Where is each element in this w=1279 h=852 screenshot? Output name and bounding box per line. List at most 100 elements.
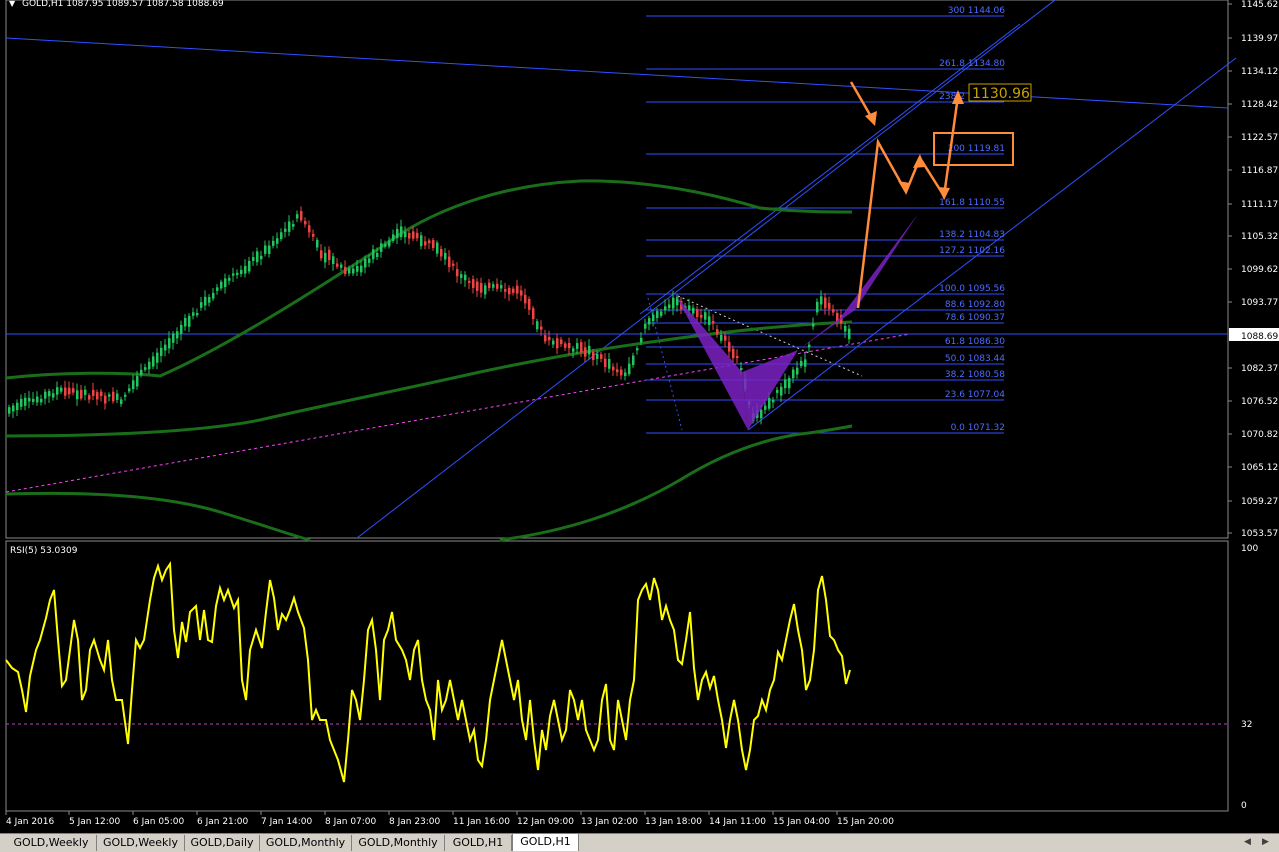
- candle-body: [284, 228, 287, 232]
- candle-body: [780, 386, 783, 396]
- candle-body: [92, 389, 95, 396]
- candle-body: [644, 323, 647, 329]
- candle-body: [228, 277, 231, 281]
- candle-body: [360, 265, 363, 273]
- candle-body: [160, 347, 163, 356]
- entry-arrow-head: [865, 111, 877, 126]
- candle-body: [528, 298, 531, 310]
- tab-gold-monthly[interactable]: GOLD,Monthly: [352, 835, 445, 851]
- candle-body: [500, 285, 503, 289]
- candle-body: [796, 367, 799, 375]
- candle-body: [152, 356, 155, 367]
- candle-body: [772, 400, 775, 403]
- candle-body: [624, 372, 627, 377]
- price-label: 1076.52: [1241, 397, 1278, 407]
- candle-body: [260, 255, 263, 260]
- price-label: 1093.77: [1241, 298, 1278, 308]
- candle-body: [820, 296, 823, 305]
- candlesticks: [8, 206, 851, 425]
- candle-body: [408, 233, 411, 239]
- candle-body: [784, 379, 787, 389]
- candle-body: [740, 368, 743, 371]
- candle-body: [140, 369, 143, 376]
- candle-body: [564, 343, 567, 348]
- candle-body: [512, 288, 515, 293]
- tab-gold-monthly[interactable]: GOLD,Monthly: [260, 835, 352, 851]
- candle-body: [632, 355, 635, 366]
- rsi-label: RSI(5) 53.0309: [10, 546, 78, 556]
- candle-body: [776, 389, 779, 393]
- candle-body: [380, 243, 383, 252]
- candle-body: [720, 334, 723, 341]
- candle-body: [496, 283, 499, 289]
- candle-body: [448, 256, 451, 268]
- tab-scroll-right-icon[interactable]: ▶: [1262, 837, 1269, 847]
- projection-arrow-head-3: [898, 181, 910, 194]
- candle-body: [540, 326, 543, 330]
- candle-body: [364, 258, 367, 268]
- time-label: 5 Jan 12:00: [69, 817, 121, 827]
- candle-body: [324, 252, 327, 263]
- candle-body: [32, 398, 35, 402]
- candle-body: [524, 294, 527, 304]
- candle-body: [504, 289, 507, 292]
- candle-body: [304, 220, 307, 225]
- chart-canvas[interactable]: 300 1144.06261.8 1134.80238.2 1129.08200…: [0, 0, 1279, 851]
- candle-body: [124, 394, 127, 397]
- candle-body: [812, 323, 815, 327]
- candle-body: [692, 307, 695, 314]
- time-label: 6 Jan 05:00: [133, 817, 185, 827]
- time-label: 6 Jan 21:00: [197, 817, 249, 827]
- main-chart-frame: [5, 0, 1229, 539]
- tab-gold-h1[interactable]: GOLD,H1: [512, 834, 579, 851]
- candle-body: [656, 311, 659, 318]
- candle-body: [792, 369, 795, 379]
- price-label: 1134.12: [1241, 67, 1278, 77]
- tab-gold-weekly[interactable]: GOLD,Weekly: [6, 835, 97, 851]
- candle-body: [404, 231, 407, 238]
- fib-label: 100.0 1095.56: [939, 284, 1005, 294]
- candle-body: [828, 302, 831, 310]
- tab-gold-daily[interactable]: GOLD,Daily: [185, 835, 260, 851]
- candle-body: [616, 369, 619, 373]
- candle-body: [20, 398, 23, 407]
- candle-body: [620, 369, 623, 376]
- candle-body: [312, 233, 315, 237]
- candle-body: [136, 376, 139, 387]
- candle-body: [296, 214, 299, 219]
- candle-body: [12, 405, 15, 412]
- candle-body: [648, 318, 651, 325]
- candle-body: [388, 240, 391, 247]
- harmonic-pattern-mid: [742, 350, 798, 430]
- rsi-axis: 100 32 0: [1241, 544, 1258, 811]
- candle-body: [328, 249, 331, 261]
- tab-gold-h1[interactable]: GOLD,H1: [445, 835, 512, 851]
- candle-body: [444, 252, 447, 260]
- candle-body: [80, 389, 83, 399]
- long-trendline: [5, 37, 1229, 109]
- time-label: 11 Jan 16:00: [453, 817, 510, 827]
- candle-body: [636, 348, 639, 351]
- tab-scroll-left-icon[interactable]: ◀: [1244, 837, 1251, 847]
- channel-upper: [356, 0, 1056, 539]
- rsi-axis-label: 32: [1241, 720, 1252, 730]
- price-label: 1139.97: [1241, 34, 1278, 44]
- candle-body: [120, 399, 123, 405]
- candle-body: [60, 387, 63, 392]
- candle-body: [292, 223, 295, 227]
- candle-body: [428, 240, 431, 244]
- candle-body: [732, 348, 735, 359]
- rsi-line: [5, 560, 851, 783]
- candle-body: [144, 367, 147, 370]
- candle-body: [768, 398, 771, 409]
- candle-body: [372, 249, 375, 260]
- candle-body: [344, 267, 347, 274]
- candle-body: [248, 260, 251, 272]
- candle-body: [824, 297, 827, 309]
- candle-body: [196, 313, 199, 316]
- candle-body: [68, 387, 71, 395]
- candle-body: [72, 388, 75, 393]
- tab-gold-weekly[interactable]: GOLD,Weekly: [97, 835, 185, 851]
- time-label: 8 Jan 23:00: [389, 817, 441, 827]
- candle-body: [508, 287, 511, 295]
